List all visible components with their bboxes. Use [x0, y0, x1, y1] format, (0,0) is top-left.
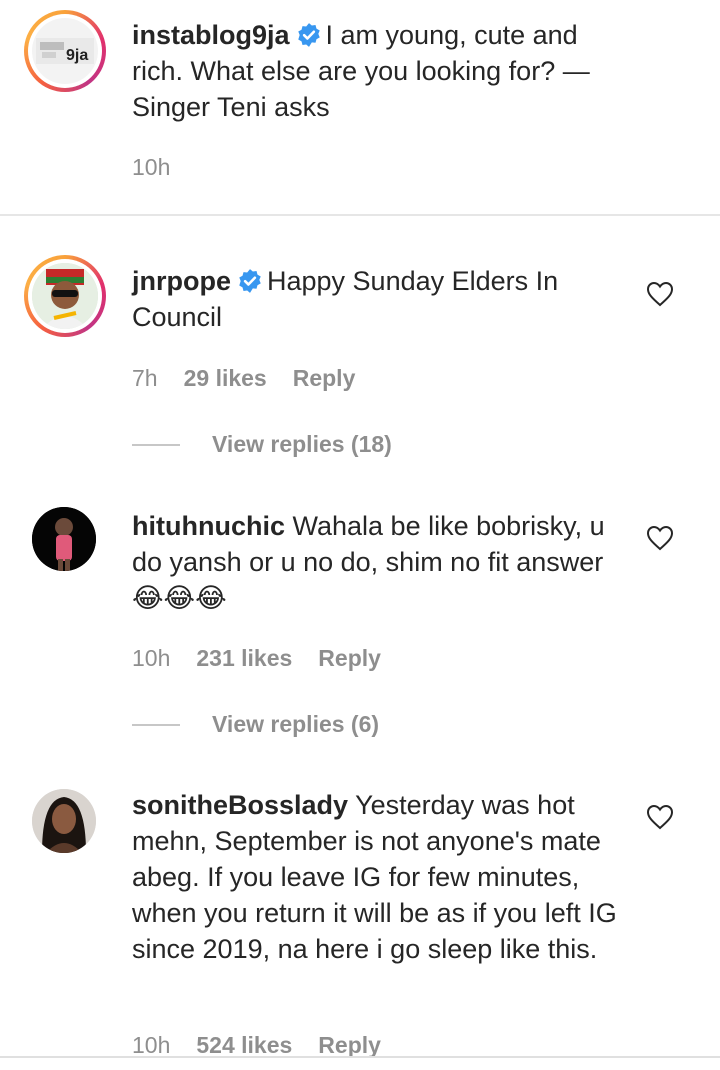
comment-time: 7h [132, 365, 158, 391]
comment-time: 10h [132, 1032, 171, 1058]
verified-badge-icon [239, 269, 261, 293]
comment-likes[interactable]: 231 likes [196, 645, 292, 672]
like-heart-icon[interactable] [646, 804, 674, 830]
comment-avatar[interactable] [32, 507, 96, 571]
avatar-photo-icon [32, 263, 98, 329]
instablog-logo-icon: 9ja [36, 38, 94, 64]
comment-meta: 10h 524 likes Reply [132, 1032, 381, 1059]
replies-line [132, 723, 180, 726]
comment-username[interactable]: hituhnuchic [132, 511, 285, 541]
post-avatar[interactable]: 9ja [24, 10, 106, 92]
post-meta: 10h [132, 154, 170, 181]
view-replies-button[interactable]: View replies (6) [132, 711, 379, 738]
comment-username[interactable]: sonitheBosslady [132, 790, 348, 820]
comment-avatar[interactable] [24, 255, 106, 337]
like-heart-icon[interactable] [646, 525, 674, 551]
comment-text: jnrpope Happy Sunday Elders In Council [132, 263, 642, 335]
bottom-divider [0, 1056, 720, 1058]
reply-button[interactable]: Reply [293, 365, 356, 392]
comment-likes[interactable]: 524 likes [196, 1032, 292, 1059]
comment-meta: 10h 231 likes Reply [132, 645, 381, 672]
caption-divider [0, 214, 720, 216]
comment-text: sonitheBosslady Yesterday was hot mehn, … [132, 787, 627, 967]
comment-likes[interactable]: 29 likes [184, 365, 267, 392]
comment-time: 10h [132, 645, 171, 671]
view-replies-button[interactable]: View replies (18) [132, 431, 392, 458]
comment-username[interactable]: jnrpope [132, 266, 231, 296]
verified-badge-icon [297, 23, 320, 47]
view-replies-label: View replies (18) [212, 431, 392, 457]
like-heart-icon[interactable] [646, 281, 674, 307]
comment-avatar[interactable] [32, 789, 96, 853]
post-username[interactable]: instablog9ja [132, 20, 290, 50]
svg-text:9ja: 9ja [66, 47, 88, 64]
view-replies-label: View replies (6) [212, 711, 380, 737]
reply-button[interactable]: Reply [318, 1032, 381, 1059]
avatar-photo-icon [32, 507, 96, 571]
comment-meta: 7h 29 likes Reply [132, 365, 355, 392]
comment-emoji: 😂😂😂 [132, 583, 227, 613]
replies-line [132, 443, 180, 446]
comment-text: hituhnuchic Wahala be like bobrisky, u d… [132, 508, 632, 616]
post-time: 10h [132, 154, 171, 180]
avatar-photo-icon [32, 789, 96, 853]
comments-screen: 9ja instablog9ja I am young, cute and ric… [0, 0, 720, 1070]
reply-button[interactable]: Reply [318, 645, 381, 672]
caption-text: instablog9ja I am young, cute and rich. W… [132, 17, 632, 125]
